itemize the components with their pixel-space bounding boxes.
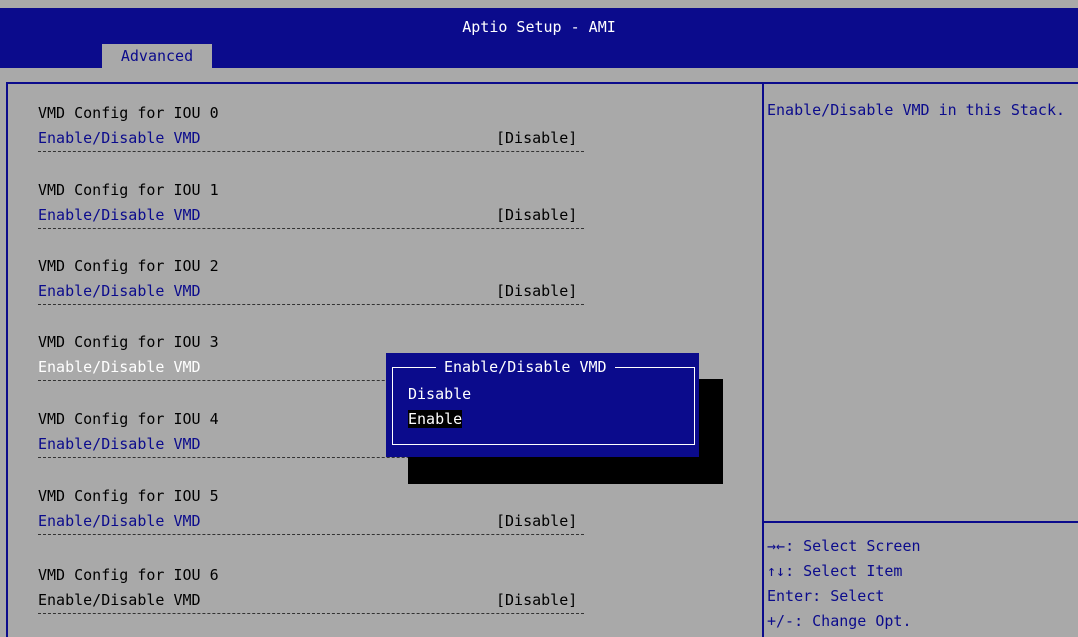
option-value[interactable]: [Disable]	[496, 512, 577, 530]
enable-disable-vmd-option[interactable]: Enable/Disable VMD	[38, 435, 201, 453]
up-down-arrows-icon: ↑↓	[767, 562, 786, 580]
option-value[interactable]: [Disable]	[496, 591, 577, 609]
title-bar: Aptio Setup - AMI Advanced	[0, 8, 1078, 68]
tab-advanced[interactable]: Advanced	[102, 44, 212, 68]
help-divider	[764, 521, 1078, 523]
app-title: Aptio Setup - AMI	[462, 18, 616, 36]
popup-option-enable[interactable]: Enable	[408, 410, 463, 428]
dashed-separator	[38, 613, 584, 614]
enable-disable-vmd-option[interactable]: Enable/Disable VMD	[38, 591, 201, 609]
enable-disable-vmd-option-selected[interactable]: Enable/Disable VMD	[38, 358, 201, 376]
enable-disable-vmd-option[interactable]: Enable/Disable VMD	[38, 206, 201, 224]
key-select-screen: →←: Select Screen	[767, 537, 1067, 562]
enable-disable-vmd-option[interactable]: Enable/Disable VMD	[38, 129, 201, 147]
group-header: VMD Config for IOU 6	[38, 566, 219, 584]
group-header: VMD Config for IOU 3	[38, 333, 219, 351]
option-value[interactable]: [Disable]	[496, 282, 577, 300]
key-text: : Select Item	[785, 562, 903, 580]
group-header: VMD Config for IOU 4	[38, 410, 219, 428]
option-value[interactable]: [Disable]	[496, 129, 577, 147]
key-enter-select: Enter: Select	[767, 587, 1067, 612]
key-text: +/-: Change Opt.	[767, 612, 912, 630]
enable-disable-vmd-option[interactable]: Enable/Disable VMD	[38, 282, 201, 300]
group-header: VMD Config for IOU 5	[38, 487, 219, 505]
left-right-arrows-icon: →←	[767, 537, 786, 555]
dashed-separator	[38, 228, 584, 229]
group-header: VMD Config for IOU 0	[38, 104, 219, 122]
popup-title: Enable/Disable VMD	[436, 358, 615, 376]
option-value[interactable]: [Disable]	[496, 206, 577, 224]
option-popup: Enable/Disable VMD Disable Enable	[386, 353, 699, 457]
key-select-item: ↑↓: Select Item	[767, 562, 1067, 587]
key-text: Enter: Select	[767, 587, 885, 605]
panel-divider	[762, 82, 764, 637]
key-legend: →←: Select Screen ↑↓: Select Item Enter:…	[767, 537, 1067, 637]
group-header: VMD Config for IOU 1	[38, 181, 219, 199]
key-text: : Select Screen	[785, 537, 921, 555]
key-change-opt: +/-: Change Opt.	[767, 612, 1067, 637]
help-text: Enable/Disable VMD in this Stack.	[767, 101, 1066, 119]
enable-disable-vmd-option[interactable]: Enable/Disable VMD	[38, 512, 201, 530]
popup-border	[392, 367, 695, 445]
dashed-separator	[38, 534, 584, 535]
group-header: VMD Config for IOU 2	[38, 257, 219, 275]
popup-option-disable[interactable]: Disable	[408, 385, 471, 403]
dashed-separator	[38, 151, 584, 152]
dashed-separator	[38, 304, 584, 305]
